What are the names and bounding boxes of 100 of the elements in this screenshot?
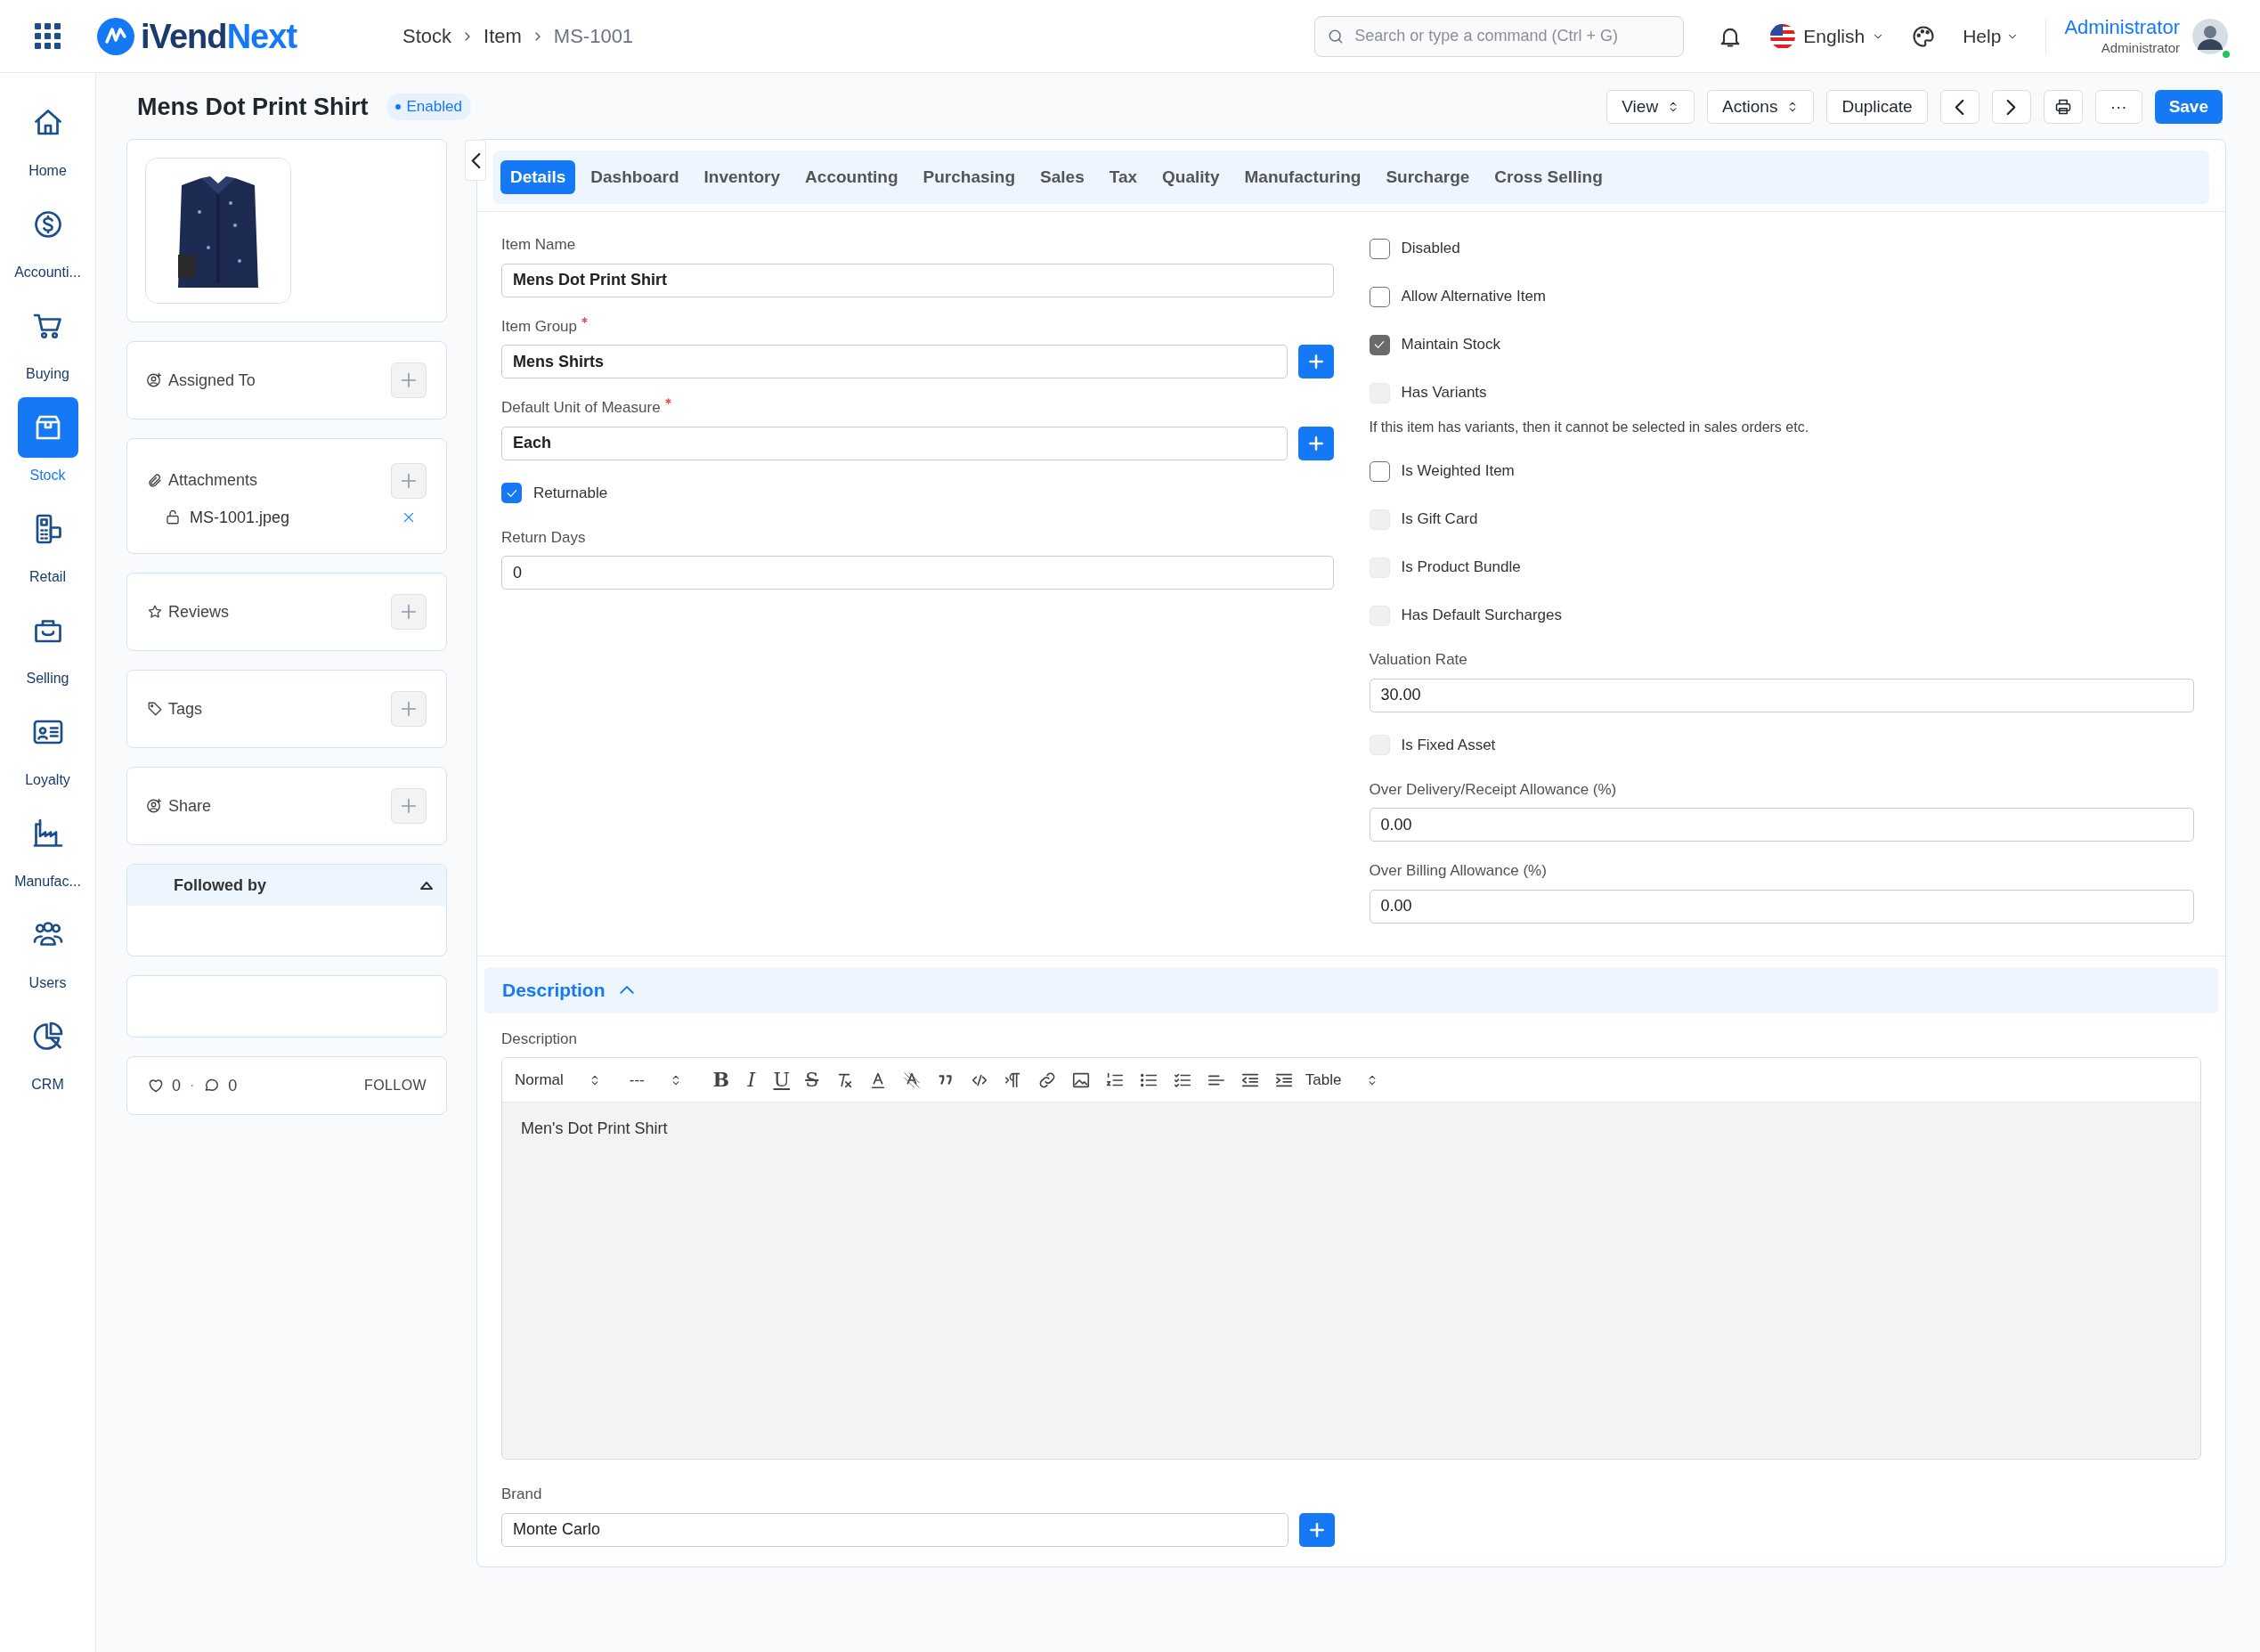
format-button[interactable]: B — [710, 1065, 732, 1095]
nav-item[interactable]: Home — [3, 87, 93, 189]
format-dropdown[interactable]: Table — [1305, 1068, 1379, 1092]
checkbox-label: Has Variants — [1401, 383, 1487, 403]
text-field[interactable]: 30.00 — [1369, 678, 2194, 712]
checkbox[interactable] — [1369, 460, 1390, 482]
breadcrumb-link[interactable]: MS-1001 — [553, 21, 634, 51]
chevron-left-icon — [1955, 100, 1964, 114]
tab[interactable]: Tax — [1099, 160, 1148, 194]
nav-item[interactable]: Stock — [3, 392, 93, 493]
format-button[interactable]: I — [740, 1065, 762, 1095]
nav-item[interactable]: CRM — [3, 1001, 93, 1103]
nav-item[interactable]: Buying — [3, 290, 93, 392]
logo-text: iVendNext — [141, 19, 297, 53]
checkbox-label: Is Weighted Item — [1401, 461, 1515, 482]
logo-icon — [96, 16, 135, 56]
tab[interactable]: Quality — [1152, 160, 1230, 194]
text-field[interactable]: Monte Carlo — [501, 1512, 1289, 1547]
paperclip-icon — [147, 472, 163, 489]
search-field[interactable]: Search or type a command (Ctrl + G) — [1314, 15, 1685, 57]
attachments-label: Attachments — [168, 470, 258, 491]
field-label: Description — [501, 1029, 579, 1049]
field-label: Over Billing Allowance (%) — [1369, 861, 1547, 881]
field-label: Brand — [501, 1485, 542, 1504]
nav-icon — [31, 1021, 64, 1053]
tab[interactable]: Purchasing — [913, 160, 1026, 194]
like-count: 0 — [172, 1075, 181, 1096]
comment-count: 0 — [228, 1075, 238, 1096]
text-field[interactable]: Mens Shirts — [501, 345, 1288, 378]
checkbox-label: Is Product Bundle — [1401, 557, 1521, 578]
app-grid-icon[interactable] — [35, 22, 61, 50]
previous-button[interactable] — [1939, 90, 1980, 124]
nav-item[interactable]: Retail — [3, 493, 93, 595]
attachment-link[interactable]: MS-1001.jpeg — [190, 505, 290, 530]
checkbox[interactable] — [501, 483, 522, 503]
flag-icon — [1769, 22, 1797, 50]
language-selector[interactable]: English — [1769, 21, 1885, 51]
tab[interactable]: Details — [500, 160, 576, 194]
nav-item[interactable]: Loyalty — [3, 696, 93, 798]
status-badge: Enabled — [386, 94, 471, 120]
nav-item[interactable]: Selling — [3, 595, 93, 696]
nav-item[interactable]: Accounti... — [3, 189, 93, 290]
field-label: Return Days — [501, 527, 586, 548]
checkbox-label: Is Gift Card — [1401, 509, 1478, 530]
action-button[interactable]: ··· — [2094, 90, 2142, 124]
add-button[interactable] — [1297, 426, 1334, 460]
format-button[interactable]: U — [770, 1065, 793, 1095]
nav-item[interactable]: Manufac... — [3, 798, 93, 899]
text-field[interactable]: Each — [501, 426, 1288, 460]
field-label: Item Group — [501, 316, 578, 337]
format-button[interactable]: S — [801, 1065, 823, 1095]
separator-dot: · — [190, 1077, 195, 1095]
help-menu[interactable]: Help — [1963, 21, 2020, 51]
dropdown-button[interactable]: View — [1606, 90, 1695, 124]
avatar-icon[interactable] — [2192, 18, 2228, 54]
plus-icon — [399, 699, 419, 719]
follow-button[interactable]: FOLLOW — [364, 1075, 427, 1096]
format-dropdown[interactable]: --- — [629, 1068, 682, 1092]
checkbox[interactable] — [1369, 286, 1390, 307]
format-dropdown[interactable]: Normal — [515, 1068, 601, 1092]
field-label: Default Unit of Measure — [501, 398, 661, 418]
save-button[interactable]: Save — [2154, 90, 2223, 124]
star-icon — [147, 604, 163, 620]
tab[interactable]: Manufacturing — [1234, 160, 1371, 194]
tab[interactable]: Sales — [1030, 160, 1094, 194]
tab[interactable]: Inventory — [694, 160, 791, 194]
dropdown-button[interactable]: Actions — [1707, 90, 1815, 124]
text-field[interactable]: 0.00 — [1369, 889, 2194, 924]
print-button[interactable] — [2043, 90, 2083, 124]
plus-icon — [1306, 434, 1325, 452]
add-button[interactable] — [1299, 1512, 1335, 1547]
user-plus-icon — [147, 798, 163, 814]
text-field[interactable]: Mens Dot Print Shirt — [501, 263, 1334, 297]
tab[interactable]: Cross Selling — [1484, 160, 1613, 194]
nav-item[interactable]: Users — [3, 899, 93, 1001]
assigned-to-label: Assigned To — [168, 370, 256, 391]
collapse-sidebar-button[interactable] — [465, 140, 486, 181]
tag-icon — [147, 701, 163, 717]
tab[interactable]: Dashboard — [581, 160, 689, 194]
tags-label: Tags — [168, 698, 203, 720]
breadcrumb-link[interactable]: Stock — [402, 21, 452, 51]
text-field[interactable]: 0 — [501, 556, 1334, 590]
plus-icon — [399, 602, 419, 622]
section-title: Description — [502, 978, 606, 1002]
checkbox[interactable] — [1369, 238, 1390, 259]
rich-text-editor[interactable]: Normal --- B I U S Table Men's Dot Print Shirt — [501, 1057, 2201, 1460]
text-field[interactable]: 0.00 — [1369, 808, 2194, 842]
next-button[interactable] — [1991, 90, 2031, 124]
tab[interactable]: Accounting — [795, 160, 908, 194]
followed-by-label: Followed by — [174, 875, 266, 896]
tab[interactable]: Surcharge — [1376, 160, 1480, 194]
user-name[interactable]: Administrator — [2064, 15, 2180, 40]
add-button[interactable] — [1297, 345, 1334, 378]
collapse-icon[interactable] — [419, 880, 434, 891]
checkbox-label: Maintain Stock — [1401, 335, 1500, 355]
checkbox-label: Allow Alternative Item — [1401, 287, 1546, 307]
action-button[interactable]: Duplicate — [1826, 90, 1928, 124]
editor-text: Men's Dot Print Shirt — [521, 1119, 669, 1139]
breadcrumb-link[interactable]: Item — [484, 21, 522, 51]
remove-button[interactable] — [402, 510, 416, 525]
